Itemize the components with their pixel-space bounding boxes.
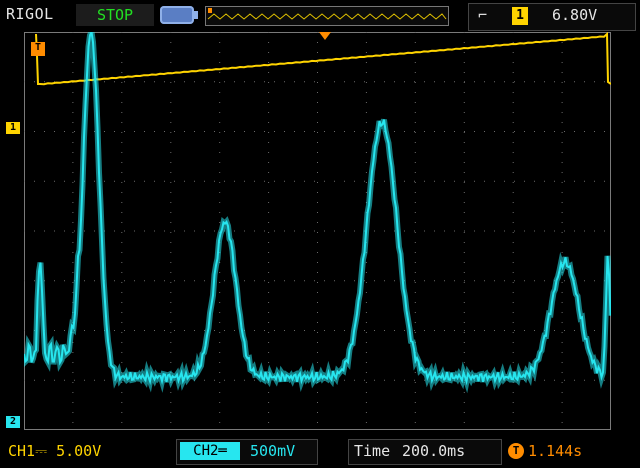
trigger-offset[interactable]: 1.144s [528, 442, 582, 460]
memory-waveform-icon [207, 8, 447, 20]
timebase-label: Time [354, 442, 391, 460]
run-stop-status[interactable]: STOP [76, 4, 154, 26]
brand-logo: RIGOL [6, 5, 54, 23]
ch1-scale[interactable]: CH1⎓ 5.00V [8, 442, 101, 460]
trigger-level: 6.80V [552, 6, 598, 24]
trigger-offset-icon: T [508, 443, 524, 459]
ch2-tag: CH2═ [180, 442, 240, 460]
rising-edge-icon: ⌐ [478, 6, 488, 24]
ch2-offset-marker[interactable]: 2 [6, 416, 20, 428]
battery-icon [160, 6, 198, 24]
time-reference-marker[interactable] [319, 32, 331, 40]
ch2-scale: 500mV [250, 442, 296, 460]
trigger-source-badge: 1 [512, 7, 528, 25]
trigger-position-marker[interactable]: T [31, 42, 45, 56]
ch1-offset-marker[interactable]: 1 [6, 122, 20, 134]
timebase-value: 200.0ms [402, 442, 466, 460]
memory-depth-bar [205, 6, 449, 26]
waveform-display[interactable] [24, 32, 611, 430]
